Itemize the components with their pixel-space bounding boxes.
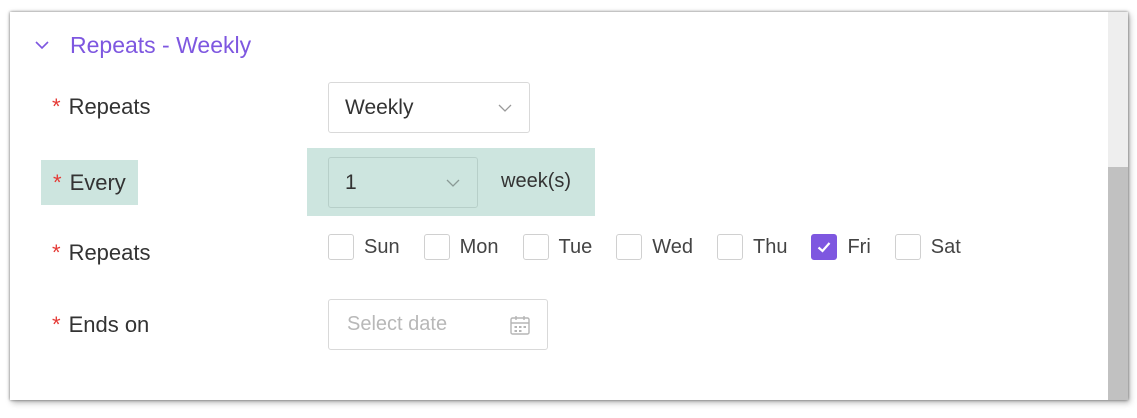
day-label: Thu — [753, 235, 788, 258]
ends-on-label-text: Ends on — [68, 312, 150, 337]
section-header[interactable]: Repeats - Weekly — [34, 30, 251, 60]
weekdays-label: * Repeats — [52, 238, 151, 268]
calendar-icon[interactable] — [509, 314, 531, 336]
repeats-label: * Repeats — [52, 92, 151, 122]
day-label: Tue — [558, 235, 593, 258]
day-fri[interactable]: Fri — [811, 234, 871, 260]
ends-on-date-input[interactable] — [345, 312, 499, 337]
day-label: Mon — [459, 235, 499, 258]
check-icon — [818, 242, 831, 253]
scrollbar-thumb[interactable] — [1108, 167, 1128, 400]
day-sat[interactable]: Sat — [894, 234, 961, 260]
day-label: Wed — [652, 235, 693, 258]
required-mark: * — [53, 169, 62, 195]
every-label-text: Every — [69, 169, 126, 195]
checkbox[interactable] — [328, 234, 354, 260]
checkbox[interactable] — [717, 234, 743, 260]
every-select[interactable]: 1 — [328, 157, 478, 208]
checkbox[interactable] — [616, 234, 643, 260]
required-mark: * — [52, 94, 61, 119]
chevron-down-icon — [446, 179, 460, 187]
section-title: Repeats - Weekly — [70, 31, 252, 58]
checkbox-checked[interactable] — [811, 234, 838, 260]
repeats-select-value: Weekly — [345, 95, 414, 119]
day-tue[interactable]: Tue — [522, 234, 593, 260]
checkbox[interactable] — [894, 234, 921, 260]
checkbox[interactable] — [423, 234, 450, 260]
weekdays-label-text: Repeats — [68, 240, 151, 265]
required-mark: * — [52, 240, 61, 265]
day-label: Fri — [847, 235, 871, 258]
repeats-label-text: Repeats — [68, 94, 151, 119]
day-label: Sat — [930, 235, 961, 258]
ends-on-label: * Ends on — [52, 310, 149, 340]
every-label: * Every — [41, 160, 138, 205]
every-unit: week(s) — [501, 170, 572, 192]
chevron-down-icon — [498, 104, 512, 112]
form-panel: Repeats - Weekly * Repeats Weekly * Ever… — [10, 12, 1128, 400]
ends-on-date-picker[interactable] — [328, 299, 548, 350]
chevron-down-icon[interactable] — [34, 37, 50, 53]
day-sun[interactable]: Sun — [328, 234, 400, 260]
day-thu[interactable]: Thu — [717, 234, 787, 260]
day-label: Sun — [364, 235, 400, 258]
required-mark: * — [52, 312, 61, 337]
day-mon[interactable]: Mon — [423, 234, 499, 260]
every-select-value: 1 — [345, 170, 357, 194]
weekday-checkboxes: Sun Mon Tue Wed Thu Fri Sat — [328, 234, 985, 260]
day-wed[interactable]: Wed — [616, 234, 693, 260]
repeats-select[interactable]: Weekly — [328, 82, 530, 133]
checkbox[interactable] — [522, 234, 549, 260]
